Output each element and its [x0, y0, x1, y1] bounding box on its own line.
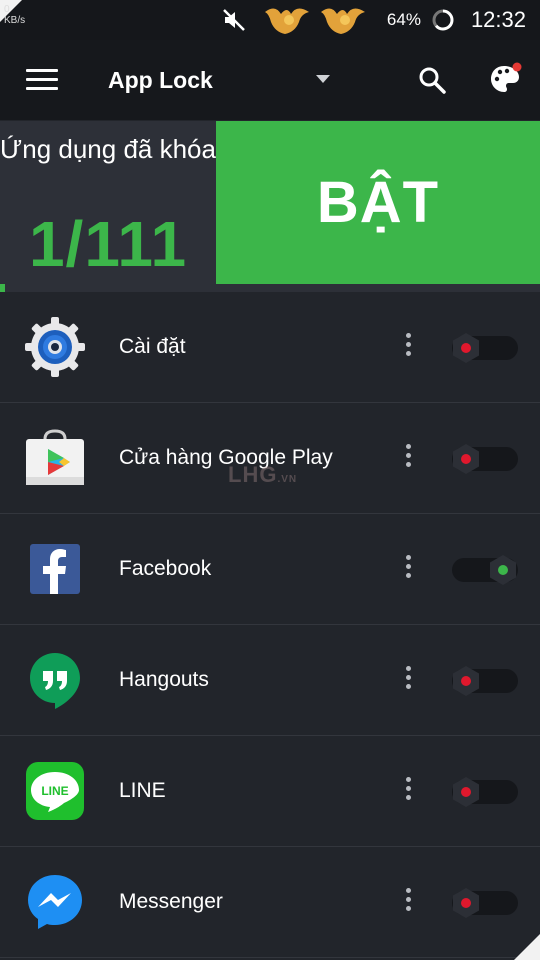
app-name: Hangouts: [119, 668, 209, 691]
search-icon[interactable]: [416, 64, 448, 96]
list-item-messenger[interactable]: Messenger: [0, 847, 540, 958]
app-list: Cài đặt Cửa hàng Google Play Facebook Ha…: [0, 292, 540, 958]
list-item-google-play[interactable]: Cửa hàng Google Play: [0, 403, 540, 514]
app-name: Cửa hàng Google Play: [119, 446, 333, 469]
more-options-icon[interactable]: [400, 441, 416, 475]
app-title: App Lock: [108, 67, 213, 93]
line-icon: LINE: [26, 762, 84, 820]
locked-apps-label: Ứng dụng đã khóa: [0, 134, 216, 164]
list-item-line[interactable]: LINE LINE: [0, 736, 540, 847]
clock: 12:32: [470, 7, 526, 32]
app-toolbar: App Lock: [0, 40, 540, 120]
network-speed: 0 KB/s: [4, 4, 25, 26]
watermark: LHG.VN: [228, 462, 297, 488]
list-item-hangouts[interactable]: Hangouts: [0, 625, 540, 736]
google-play-store-icon: [26, 429, 84, 485]
facebook-icon: [30, 544, 80, 594]
status-icons: 64% 12:32: [221, 0, 526, 40]
dragon-decoration-icon: [263, 4, 371, 36]
more-options-icon[interactable]: [400, 552, 416, 586]
more-options-icon[interactable]: [400, 330, 416, 364]
app-name: LINE: [119, 779, 166, 802]
messenger-icon: [28, 875, 82, 929]
lock-toggle[interactable]: [452, 333, 518, 363]
list-item-settings[interactable]: Cài đặt: [0, 292, 540, 403]
dropdown-arrow-icon[interactable]: [316, 75, 330, 83]
settings-gear-icon: [25, 317, 85, 377]
network-speed-value: 0: [4, 4, 10, 15]
locked-progress-fill: [0, 284, 5, 292]
locked-progress-bar: [0, 284, 540, 292]
status-bar: 0 KB/s 64% 12:32: [0, 0, 540, 40]
palette-icon[interactable]: [488, 62, 522, 96]
locked-apps-count: 1/111: [28, 208, 188, 280]
watermark-text: LHG: [228, 462, 278, 487]
more-options-icon[interactable]: [400, 663, 416, 697]
more-options-icon[interactable]: [400, 774, 416, 808]
battery-percent: 64%: [386, 10, 421, 29]
lock-toggle[interactable]: [452, 888, 518, 918]
watermark-suffix: .VN: [277, 474, 298, 485]
hangouts-icon: [30, 653, 80, 709]
svg-text:LINE: LINE: [41, 784, 68, 798]
app-name: Facebook: [119, 557, 212, 580]
network-speed-unit: KB/s: [4, 15, 26, 26]
more-options-icon[interactable]: [400, 885, 416, 919]
locked-apps-summary: Ứng dụng đã khóa 1/111: [0, 121, 216, 284]
menu-icon[interactable]: [26, 69, 58, 91]
lock-toggle[interactable]: [452, 666, 518, 696]
battery-ring-icon: [432, 9, 454, 31]
app-lock-master-toggle[interactable]: BẬT: [216, 121, 540, 284]
mute-icon: [223, 9, 245, 31]
list-item-facebook[interactable]: Facebook: [0, 514, 540, 625]
master-toggle-label: BẬT: [316, 170, 440, 235]
lock-toggle[interactable]: [452, 777, 518, 807]
app-name: Messenger: [119, 890, 223, 913]
lock-toggle[interactable]: [452, 444, 518, 474]
screen-corner: [514, 934, 540, 960]
lock-toggle[interactable]: [452, 555, 518, 585]
app-name: Cài đặt: [119, 335, 186, 358]
